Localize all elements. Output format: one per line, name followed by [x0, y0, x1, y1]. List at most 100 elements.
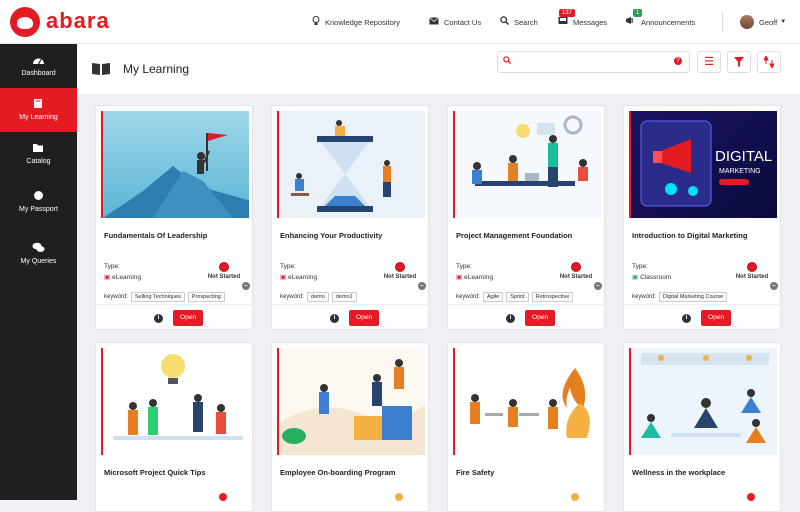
course-title: Microsoft Project Quick Tips	[104, 468, 206, 477]
nav-search-label: Search	[514, 17, 538, 27]
page-header: My Learning ? ☰	[77, 44, 800, 94]
keywords: keyword: demo demo1	[280, 292, 357, 302]
open-button[interactable]: Open	[525, 310, 555, 326]
course-thumbnail	[629, 348, 777, 455]
user-menu[interactable]: Geoff ▼	[740, 0, 786, 44]
collapse-icon[interactable]: –	[418, 282, 426, 290]
clock-icon	[395, 262, 405, 272]
collapse-icon[interactable]: –	[770, 282, 778, 290]
open-button[interactable]: Open	[173, 310, 203, 326]
keyword-label: keyword:	[280, 294, 305, 300]
help-icon[interactable]: ?	[674, 57, 682, 65]
info-icon[interactable]: i	[682, 314, 691, 323]
sidebar-label-my-passport: My Passport	[19, 206, 58, 213]
open-button[interactable]: Open	[701, 310, 731, 326]
info-icon[interactable]: i	[154, 314, 163, 323]
user-name: Geoff	[759, 17, 778, 27]
keyword-tag: Prospecting	[187, 292, 225, 302]
course-thumbnail	[101, 111, 249, 218]
classroom-icon: ▣	[632, 274, 639, 281]
search-input[interactable]: ?	[497, 51, 690, 73]
status-badge: Not Started	[732, 262, 772, 280]
logo-text: abara	[46, 8, 110, 33]
course-thumbnail	[453, 348, 601, 455]
status-text: Not Started	[207, 274, 241, 280]
logo-mascot-icon	[10, 7, 40, 37]
type-label: Type:	[456, 263, 472, 270]
elearning-icon: ▣	[104, 274, 111, 281]
book-icon	[33, 98, 44, 111]
collapse-icon[interactable]: –	[242, 282, 250, 290]
sidebar-item-catalog[interactable]: Catalog	[0, 132, 77, 176]
course-thumbnail	[101, 348, 249, 455]
open-button[interactable]: Open	[349, 310, 379, 326]
keyword-tag: demo	[307, 292, 329, 302]
nav-knowledge-repository[interactable]: Knowledge Repository	[312, 0, 400, 44]
info-icon[interactable]: i	[506, 314, 515, 323]
keyword-label: keyword:	[104, 294, 129, 300]
filter-button[interactable]	[727, 51, 751, 73]
sort-button[interactable]	[757, 51, 781, 73]
course-title: Enhancing Your Productivity	[280, 231, 383, 240]
nav-knowledge-label: Knowledge Repository	[325, 17, 401, 27]
divider	[96, 304, 252, 305]
type-label: Type:	[632, 263, 648, 270]
sidebar-label-catalog: Catalog	[26, 157, 51, 165]
course-title: Employee On-boarding Program	[280, 468, 396, 477]
status-text: Not Started	[383, 274, 417, 280]
caret-down-icon: ▼	[780, 19, 787, 25]
keyword-tag: Retrospective	[531, 292, 574, 302]
keyword-tag: Selling Techniques	[131, 292, 185, 302]
list-view-button[interactable]: ☰	[697, 51, 721, 73]
type-text: eLearning	[288, 274, 318, 281]
course-card[interactable]: Wellness in the workplace	[623, 342, 781, 512]
course-card[interactable]: Fundamentals Of Leadership Type: ▣ eLearn…	[95, 105, 253, 330]
course-card[interactable]: Employee On-boarding Program	[271, 342, 429, 512]
chat-bubbles-icon	[32, 242, 45, 255]
status-badge: Not Started	[380, 262, 420, 280]
keywords: keyword: Digital Marketing Course	[632, 292, 728, 302]
keyword-tag: demo1	[331, 292, 357, 302]
thumb-digital-text: DIGITAL	[715, 148, 772, 165]
type-label: Type:	[104, 263, 120, 270]
badge-icon	[33, 190, 44, 203]
nav-contact-us[interactable]: Contact Us	[429, 0, 481, 44]
sidebar-item-my-passport[interactable]: My Passport	[0, 176, 77, 228]
course-card[interactable]: Microsoft Project Quick Tips	[95, 342, 253, 512]
course-card[interactable]: Project Management Foundation Type: ▣ eLe…	[447, 105, 605, 330]
course-card[interactable]: DIGITAL MARKETING Introduction to Digita…	[623, 105, 781, 330]
status-badge: Not Started	[204, 262, 244, 280]
folder-open-icon	[32, 143, 45, 155]
elearning-icon: ▣	[280, 274, 287, 281]
sidebar-label-my-queries: My Queries	[20, 258, 57, 265]
info-icon[interactable]: i	[330, 314, 339, 323]
abara-logo[interactable]: abara	[6, 4, 109, 40]
nav-announcements[interactable]: Announcements	[625, 0, 695, 44]
collapse-icon[interactable]: –	[594, 282, 602, 290]
course-card[interactable]: Enhancing Your Productivity Type: ▣ eLear…	[271, 105, 429, 330]
filter-icon	[734, 57, 744, 67]
sidebar-item-my-learning[interactable]: My Learning	[0, 88, 77, 132]
course-title: Introduction to Digital Marketing	[632, 231, 748, 240]
keywords: keyword: Selling Techniques Prospecting	[104, 292, 225, 302]
keyword-tag: Agile	[483, 292, 504, 302]
keyword-label: keyword:	[456, 294, 481, 300]
nav-divider	[722, 12, 723, 32]
nav-messages[interactable]: Messages	[558, 0, 607, 44]
search-icon	[503, 56, 512, 66]
lightbulb-icon	[312, 15, 320, 29]
course-thumbnail	[277, 348, 425, 455]
course-title: Wellness in the workplace	[632, 468, 726, 477]
course-card[interactable]: Fire Safety	[447, 342, 605, 512]
elearning-icon: ▣	[456, 274, 463, 281]
course-title: Fire Safety	[456, 468, 495, 477]
top-bar: abara Knowledge Repository Contact Us Se…	[0, 0, 800, 44]
keyword-label: keyword:	[632, 294, 657, 300]
sidebar-item-my-queries[interactable]: My Queries	[0, 228, 77, 280]
status-text: Not Started	[559, 274, 593, 280]
type-value: ▣ eLearning	[456, 273, 493, 281]
open-book-icon	[92, 63, 110, 75]
sidebar-item-dashboard[interactable]: Dashboard	[0, 44, 77, 88]
nav-search[interactable]: Search	[500, 0, 538, 44]
course-thumbnail	[453, 111, 601, 218]
